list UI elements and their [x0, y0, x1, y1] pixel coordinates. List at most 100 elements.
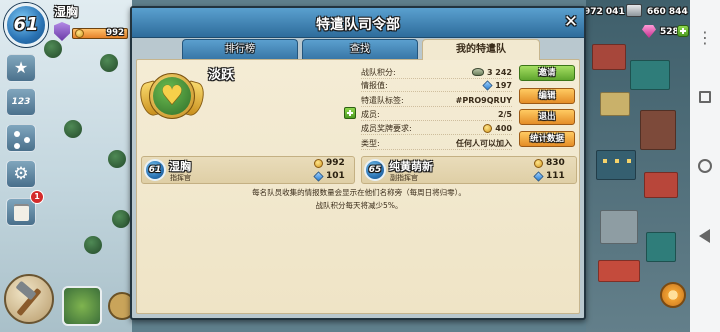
notification-badge: 1 [30, 190, 44, 204]
points-decay-note: 战队积分每天将减少5%。 [315, 201, 403, 210]
background-tree [84, 236, 102, 254]
building-window [615, 159, 619, 163]
member-card[interactable]: 65 纯黄萌新 副指挥官 830 111 [361, 156, 577, 184]
info-row-tag: 特遣队标签: #PRO9QRUY [361, 94, 512, 107]
intel-value: 197 [495, 80, 512, 90]
intel-icon [313, 171, 324, 182]
stone-amount: 972 041 [584, 7, 625, 17]
leaderboard-icon[interactable]: 123 [6, 88, 36, 116]
gear-icon[interactable] [6, 160, 36, 188]
medal-icon [534, 159, 543, 168]
background-tree [108, 150, 126, 168]
recents-icon[interactable] [699, 91, 711, 103]
medal-icon [75, 29, 84, 38]
taskforce-hq-modal: 特遣队司令部 ✕ 排行榜 查找 我的特遣队 淡跃 战队积分: 3 242 情报值… [130, 6, 586, 320]
victory-points-value: 3 242 [486, 67, 512, 77]
player-medals-bar[interactable]: 992 [72, 28, 128, 39]
members-count-value: 2/5 [497, 109, 512, 119]
modal-title: 特遣队司令部 [316, 17, 400, 33]
add-diamonds-icon[interactable] [677, 25, 689, 37]
info-row-intel: 情报值: 197 [361, 79, 512, 92]
player-medals-value: 992 [106, 28, 124, 38]
modal-header: 特遣队司令部 ✕ [132, 8, 584, 38]
medal-icon [483, 123, 493, 133]
taskforce-emblem [136, 68, 208, 126]
compass-icon[interactable] [660, 282, 686, 308]
member-medals: 992 [326, 158, 345, 168]
background-building [592, 44, 626, 70]
member-card[interactable]: 61 湿胸 指挥官 992 101 [141, 156, 355, 184]
network-icon[interactable] [6, 124, 36, 152]
background-building [630, 60, 670, 90]
info-label: 特遣队标签: [361, 95, 404, 105]
intel-icon [482, 79, 493, 91]
home-icon[interactable] [698, 159, 712, 173]
emblem-ring [149, 73, 195, 119]
edit-button[interactable]: 编辑 [519, 88, 575, 104]
member-level-badge: 61 [144, 159, 166, 181]
info-label: 情报值: [361, 80, 388, 90]
victory-points-icon [471, 68, 484, 76]
intel-note: 每名队员收集的情报数量会显示在他们名称旁（每周日将归零）。 [252, 188, 466, 197]
background-tree [100, 54, 118, 72]
leave-button[interactable]: 退出 [519, 109, 575, 125]
taskforce-type-value: 任何人可以加入 [456, 138, 512, 148]
info-value: 197 [482, 79, 512, 91]
info-row-members: 成员: 2/5 [361, 108, 512, 121]
star-icon[interactable] [6, 54, 36, 82]
background-tree [64, 120, 82, 138]
info-label: 类型: [361, 138, 380, 148]
taskforce-name: 淡跃 [208, 68, 235, 83]
tab-my-taskforce[interactable]: 我的特遣队 [422, 39, 540, 60]
emblem-disc [153, 77, 191, 115]
member-intel: 111 [546, 171, 565, 181]
background-building [598, 260, 640, 282]
background-building [600, 92, 630, 116]
member-role: 副指挥官 [390, 174, 418, 182]
info-value: 3 242 [471, 67, 512, 77]
info-row-type: 类型: 任何人可以加入 [361, 137, 512, 150]
close-icon[interactable]: ✕ [560, 11, 582, 33]
taskforce-tag-value: #PRO9QRUY [455, 95, 512, 105]
iron-amount: 660 844 [647, 7, 688, 17]
tab-search[interactable]: 查找 [302, 39, 418, 59]
heart-icon [153, 77, 191, 115]
intel-icon [533, 171, 544, 182]
background-building [640, 110, 676, 150]
statistics-button[interactable]: 统计数据 [519, 131, 575, 147]
player-name[interactable]: 湿胸 [54, 3, 78, 20]
info-row-victory-points: 战队积分: 3 242 [361, 66, 512, 79]
map-button[interactable] [62, 286, 102, 326]
background-building [644, 172, 678, 198]
member-medals: 830 [546, 158, 565, 168]
background-building [600, 210, 638, 244]
diamond-amount: 528 [660, 27, 679, 37]
info-label: 成员奖牌要求: [361, 123, 412, 133]
taskforce-panel: 淡跃 战队积分: 3 242 情报值: 197 特遣队标签: #PRO9QRUY… [136, 59, 580, 314]
info-label: 成员: [361, 109, 380, 119]
medal-requirement-value: 400 [495, 123, 512, 133]
background-tree [44, 40, 62, 58]
background-building [596, 150, 636, 180]
add-member-icon[interactable] [344, 107, 356, 119]
building-window [627, 159, 631, 163]
member-role: 指挥官 [170, 174, 191, 182]
player-level-badge[interactable]: 61 [4, 3, 48, 47]
info-label: 战队积分: [361, 67, 396, 77]
member-intel: 101 [326, 171, 345, 181]
back-icon[interactable] [699, 229, 710, 243]
menu-icon[interactable] [690, 28, 720, 48]
medal-icon [314, 159, 323, 168]
invite-button[interactable]: 邀请 [519, 65, 575, 81]
background-building [646, 232, 676, 262]
build-hammer-button[interactable] [4, 274, 54, 324]
member-name: 湿胸 [169, 160, 191, 173]
stone-icon [626, 4, 642, 17]
info-row-medal-requirement: 成员奖牌要求: 400 [361, 122, 512, 135]
background-tree [112, 210, 130, 228]
building-window [603, 159, 607, 163]
info-value: 400 [483, 123, 512, 133]
member-name: 纯黄萌新 [389, 160, 433, 173]
member-level-badge: 65 [364, 159, 386, 181]
tab-leaderboard[interactable]: 排行榜 [182, 39, 298, 59]
